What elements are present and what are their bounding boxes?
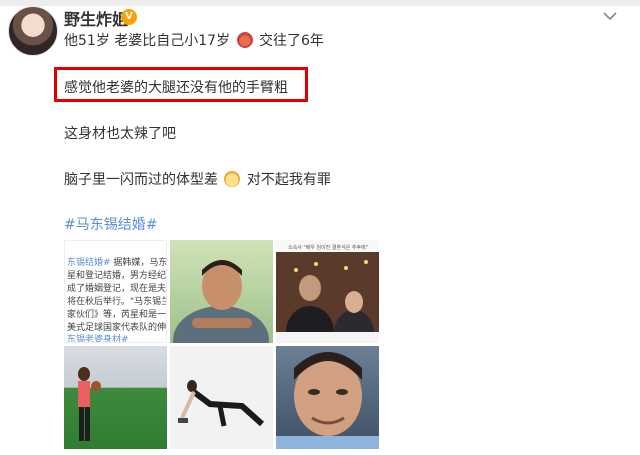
post-line-1: 他51岁 老婆比自己小17岁 交往了6年 (64, 30, 324, 50)
post-line-4: 脑子里一闪而过的体型差 对不起我有罪 (64, 169, 331, 189)
post-line-3: 这身材也太辣了吧 (64, 123, 176, 143)
avatar[interactable] (8, 6, 58, 56)
post-text: 对不起我有罪 (246, 172, 331, 188)
post-text: 交往了6年 (259, 33, 324, 49)
chevron-down-icon[interactable] (602, 10, 618, 22)
hashtag-link[interactable]: #马东锡结婚# (64, 214, 157, 234)
image-thumbnail-portrait[interactable] (170, 240, 273, 343)
author-name[interactable]: 野生炸姐 (64, 6, 128, 30)
article-line: 东锡结婚# 据韩媒，马东锡 (67, 258, 167, 268)
image-thumbnail-news[interactable]: 소속사 "배우 임이진 결혼식은 추후에" (276, 240, 379, 343)
post-text: 这身材也太辣了吧 (64, 126, 176, 142)
cat-face-icon (224, 171, 241, 187)
article-line: 成了婚姻登记，现在是夫 (67, 284, 167, 294)
image-thumbnail-workout[interactable] (170, 346, 273, 449)
news-caption: 소속사 "배우 임이진 결혼식은 추후에" (288, 245, 368, 251)
article-line: 家伙们》等，芮星和是一 (67, 310, 167, 320)
post-text: 脑子里一闪而过的体型差 (64, 172, 218, 188)
verified-badge-icon: V (121, 9, 137, 25)
highlight-box (54, 67, 308, 102)
image-thumbnail-article[interactable]: 东锡结婚# 据韩媒，马东锡 星和登记结婚，男方经纪 成了婚姻登记，现在是夫 将在… (64, 240, 167, 343)
article-line: 东锡老婆身材# (67, 335, 129, 343)
shy-face-icon (236, 32, 253, 48)
post-text: 他51岁 老婆比自己小17岁 (64, 33, 231, 49)
article-line: 星和登记结婚，男方经纪 (67, 271, 167, 281)
image-thumbnail-field[interactable] (64, 346, 167, 449)
article-line: 将在秋后举行。"马东锡兰 (67, 297, 167, 307)
image-thumbnail-closeup[interactable] (276, 346, 379, 449)
